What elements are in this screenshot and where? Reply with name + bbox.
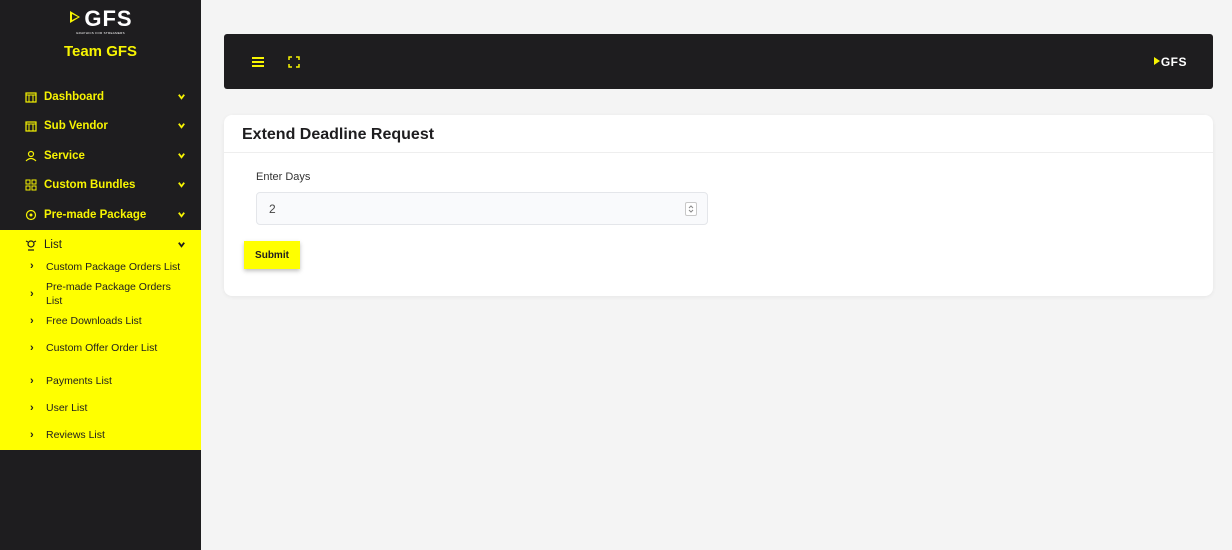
extend-deadline-card: Extend Deadline Request Enter Days 2 Sub… [224,115,1213,296]
sidebar: GFS GRAPHICS FOR STREAMERS Team GFS Dash… [0,0,201,550]
list-icon [24,238,37,251]
sub-item-free-downloads[interactable]: › Free Downloads List [0,314,201,328]
chevron-right-icon: › [30,287,34,300]
brand-title: Team GFS [63,43,138,60]
sub-item-label: Pre-made Package Orders List [46,280,171,307]
sub-item-label: Custom Package Orders List [46,260,181,273]
chevron-right-icon: › [30,402,34,414]
chevron-right-icon: › [30,375,34,387]
logo-mark-icon [1153,55,1161,69]
sidebar-item-label: Service [44,149,85,162]
card-title: Extend Deadline Request [224,115,1213,153]
topbar: GFS [224,34,1213,89]
extend-deadline-form: Enter Days 2 [224,153,1213,225]
logo-mark-icon [68,8,82,30]
sidebar-item-label: Sub Vendor [44,120,108,133]
submit-button[interactable]: Submit [244,241,300,269]
sub-item-pre-made-package-orders[interactable]: › Pre-made Package Orders List [0,274,201,314]
sidebar-item-label: Pre-made Package [44,208,147,221]
brand-logo-text: GFS [84,6,133,31]
days-label: Enter Days [256,171,311,183]
sub-item-reviews[interactable]: › Reviews List [0,422,201,449]
sub-item-custom-offer-orders[interactable]: › Custom Offer Order List [0,328,201,368]
brand: GFS GRAPHICS FOR STREAMERS Team GFS [0,0,201,82]
store-icon [24,120,37,133]
sidebar-item-pre-made-package[interactable]: Pre-made Package [0,200,201,230]
bundle-icon [24,179,37,192]
sidebar-item-service[interactable]: Service [0,141,201,171]
chevron-down-icon [177,180,187,190]
sidebar-item-list[interactable]: List [0,230,201,260]
sidebar-item-label: Custom Bundles [44,179,136,192]
sidebar-item-label: Dashboard [44,90,105,103]
number-stepper-icon[interactable] [685,201,697,216]
sub-item-label: User List [46,402,88,414]
package-icon [24,208,37,221]
menu-icon[interactable] [250,54,266,70]
topbar-logo-text: GFS [1160,54,1187,69]
brand-logo[interactable]: GFS [68,8,132,30]
sidebar-item-sub-vendor[interactable]: Sub Vendor [0,112,201,142]
chevron-down-icon [177,151,187,161]
chevron-down-icon [177,210,187,220]
chevron-down-icon [177,121,187,131]
sub-item-label: Reviews List [46,429,105,441]
sub-item-custom-package-orders[interactable]: › Custom Package Orders List [0,260,201,274]
store-icon [24,90,37,103]
sub-item-label: Payments List [46,375,112,387]
chevron-right-icon: › [30,259,34,272]
sub-item-label: Custom Offer Order List [46,341,158,354]
sidebar-item-custom-bundles[interactable]: Custom Bundles [0,171,201,201]
chevron-right-icon: › [30,429,34,441]
topbar-logo[interactable]: GFS [1153,55,1187,69]
fullscreen-icon[interactable] [286,54,302,70]
sidebar-group-list: List › Custom Package Orders List › Pre-… [0,229,201,450]
days-input-value: 2 [269,201,276,216]
sidebar-item-dashboard[interactable]: Dashboard [0,82,201,112]
sub-item-label: Free Downloads List [46,314,142,327]
chevron-right-icon: › [30,314,34,327]
brand-tagline: GRAPHICS FOR STREAMERS [76,31,125,35]
sub-item-payments[interactable]: › Payments List [0,368,201,395]
sub-item-users[interactable]: › User List [0,395,201,422]
chevron-down-icon [177,92,187,102]
chevron-right-icon: › [30,341,34,354]
service-icon [24,149,37,162]
sidebar-item-label: List [44,238,62,251]
chevron-down-icon [177,240,187,250]
days-input[interactable]: 2 [256,192,708,225]
